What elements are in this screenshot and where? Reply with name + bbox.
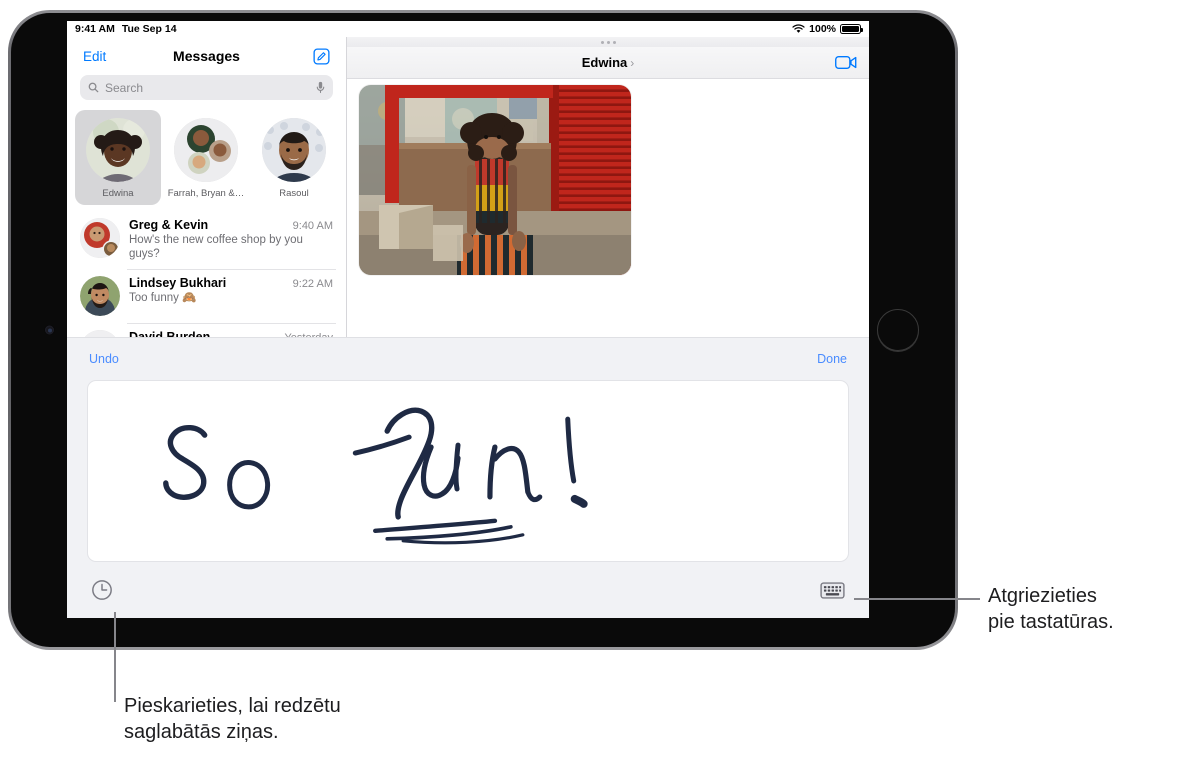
clock-icon[interactable] bbox=[91, 579, 113, 601]
saved-messages-callout-text: Pieskarieties, lai redzētu saglabātās zi… bbox=[124, 693, 524, 745]
conversation-preview: Too funny 🙈 bbox=[129, 291, 333, 305]
conversation-time: 9:22 AM bbox=[293, 278, 333, 290]
handwriting-canvas[interactable] bbox=[87, 380, 849, 562]
pinned-conversations: Edwina bbox=[67, 108, 346, 211]
avatar bbox=[262, 118, 326, 182]
conversation-time: 9:40 AM bbox=[293, 220, 333, 232]
thread-title-label: Edwina bbox=[582, 55, 628, 70]
pinned-item-group[interactable]: Farrah, Bryan &… bbox=[163, 110, 249, 205]
page-title: Messages bbox=[67, 48, 346, 64]
front-camera-icon bbox=[45, 326, 54, 335]
conversation-name: Greg & Kevin bbox=[129, 218, 208, 232]
ipad-screen: 9:41 AM Tue Sep 14 100% Edit bbox=[67, 21, 869, 618]
search-input[interactable]: Search bbox=[80, 75, 333, 100]
battery-full-icon bbox=[840, 24, 861, 34]
done-button[interactable]: Done bbox=[817, 352, 847, 366]
handwriting-drawing bbox=[88, 381, 848, 561]
handwriting-panel: Undo Done bbox=[67, 337, 869, 618]
pinned-item-label: Rasoul bbox=[279, 188, 309, 199]
conversation-row[interactable]: Lindsey Bukhari 9:22 AM Too funny 🙈 bbox=[67, 269, 346, 323]
saved-messages-callout-leader bbox=[114, 612, 116, 702]
handwriting-bottom-bar bbox=[67, 562, 869, 618]
keyboard-icon[interactable] bbox=[820, 581, 845, 600]
edit-button[interactable]: Edit bbox=[83, 49, 106, 64]
search-placeholder: Search bbox=[105, 81, 310, 95]
thread-nav-bar: Edwina › bbox=[347, 47, 869, 79]
avatar bbox=[174, 118, 238, 182]
pinned-item-rasoul[interactable]: Rasoul bbox=[251, 110, 337, 205]
search-container: Search bbox=[67, 75, 346, 108]
undo-button[interactable]: Undo bbox=[89, 352, 119, 366]
compose-icon[interactable] bbox=[313, 48, 330, 65]
chevron-right-icon: › bbox=[630, 56, 634, 70]
conversation-body: Greg & Kevin 9:40 AM How's the new coffe… bbox=[129, 218, 333, 262]
multitask-handle-icon[interactable] bbox=[347, 37, 869, 47]
wifi-icon bbox=[792, 24, 805, 34]
status-time: 9:41 AM bbox=[75, 23, 115, 35]
keyboard-callout-text: Atgriezieties pie tastatūras. bbox=[988, 583, 1178, 635]
pinned-item-label: Farrah, Bryan &… bbox=[168, 188, 245, 199]
pinned-item-edwina[interactable]: Edwina bbox=[75, 110, 161, 205]
keyboard-callout-line1: Atgriezieties bbox=[988, 583, 1178, 609]
microphone-icon[interactable] bbox=[316, 81, 325, 94]
status-date: Tue Sep 14 bbox=[122, 23, 177, 35]
home-button[interactable] bbox=[877, 309, 919, 351]
screenshot-root: 9:41 AM Tue Sep 14 100% Edit bbox=[0, 0, 1186, 766]
conversation-body: Lindsey Bukhari 9:22 AM Too funny 🙈 bbox=[129, 276, 333, 316]
thread-title[interactable]: Edwina › bbox=[347, 55, 869, 70]
keyboard-callout-leader bbox=[854, 598, 980, 600]
avatar bbox=[80, 276, 120, 316]
battery-percent-label: 100% bbox=[809, 23, 836, 35]
pinned-item-label: Edwina bbox=[102, 188, 133, 199]
conversation-name: Lindsey Bukhari bbox=[129, 276, 226, 290]
saved-messages-callout-line2: saglabātās ziņas. bbox=[124, 719, 524, 745]
conversation-row[interactable]: Greg & Kevin 9:40 AM How's the new coffe… bbox=[67, 211, 346, 269]
status-bar: 9:41 AM Tue Sep 14 100% bbox=[67, 21, 869, 37]
avatar bbox=[86, 118, 150, 182]
conversation-preview: How's the new coffee shop by you guys? bbox=[129, 233, 333, 262]
keyboard-callout-line2: pie tastatūras. bbox=[988, 609, 1178, 635]
search-icon bbox=[88, 82, 99, 93]
handwriting-toolbar: Undo Done bbox=[67, 338, 869, 380]
sidebar-nav-bar: Edit Messages bbox=[67, 37, 346, 75]
facetime-video-icon[interactable] bbox=[835, 55, 857, 70]
saved-messages-callout-line1: Pieskarieties, lai redzētu bbox=[124, 693, 524, 719]
photo-attachment[interactable] bbox=[359, 85, 631, 275]
avatar bbox=[80, 218, 120, 258]
